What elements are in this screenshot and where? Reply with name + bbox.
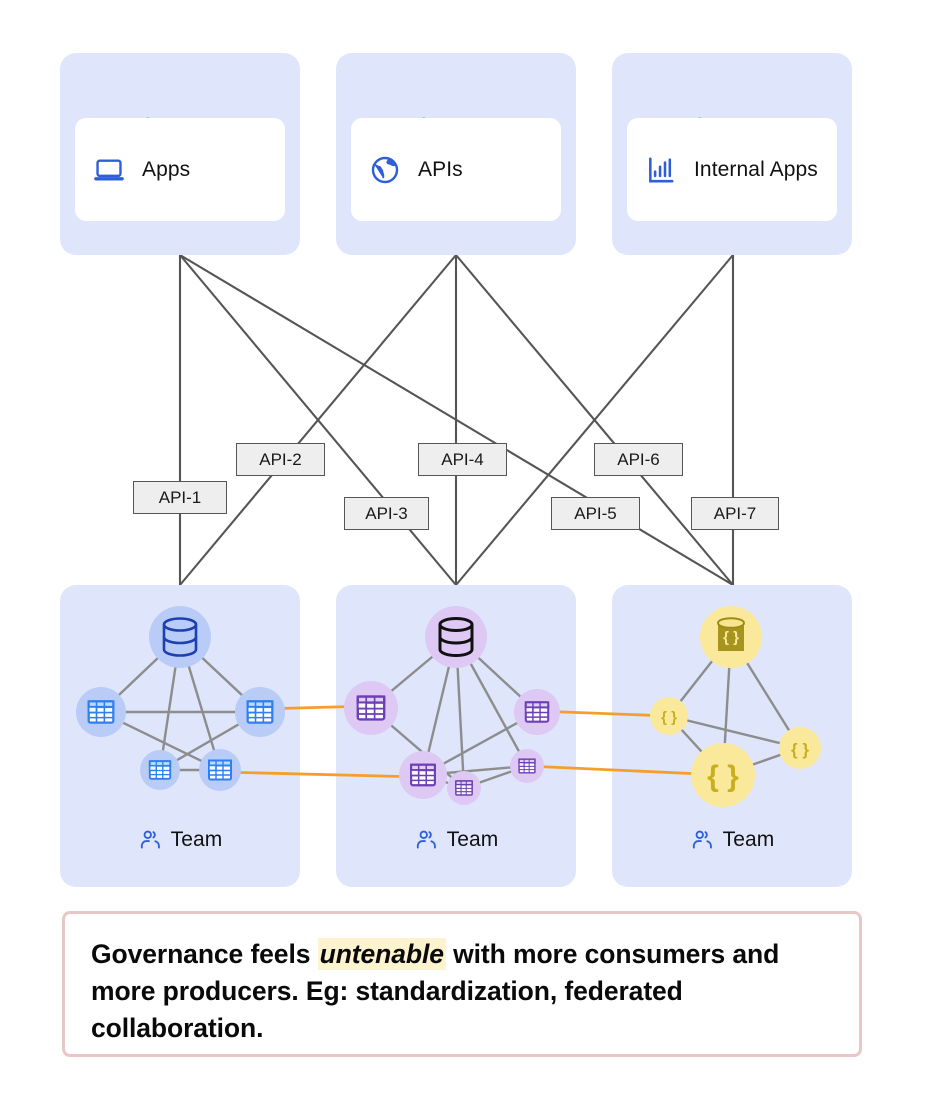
svg-text:{ }: { } bbox=[723, 629, 739, 646]
document-node-yellow-1: { } bbox=[650, 697, 688, 735]
svg-text:{ }: { } bbox=[791, 740, 809, 759]
table-node-blue-4 bbox=[199, 749, 241, 791]
table-node-purple-5 bbox=[510, 749, 544, 783]
callout-text-before: Governance feels bbox=[91, 939, 318, 969]
table-node-blue-1 bbox=[76, 687, 126, 737]
table-node-purple-2 bbox=[514, 689, 560, 735]
document-node-yellow-2: { } bbox=[691, 743, 755, 807]
table-node-blue-3 bbox=[140, 750, 180, 790]
cross-link-blue-purple-bottom bbox=[219, 770, 424, 779]
svg-text:{ }: { } bbox=[707, 760, 739, 793]
callout-box: Governance feels untenable with more con… bbox=[62, 911, 862, 1057]
table-node-blue-2 bbox=[235, 687, 285, 737]
blue-cluster-nodes bbox=[76, 606, 285, 791]
database-node-purple bbox=[425, 606, 487, 668]
document-database-node-yellow: { } bbox=[700, 606, 762, 668]
table-node-purple-1 bbox=[344, 681, 398, 735]
database-node-blue bbox=[149, 606, 211, 668]
document-node-yellow-3: { } bbox=[779, 727, 821, 769]
diagram-canvas: Team Apps Team APIs bbox=[0, 0, 926, 1112]
cross-team-links bbox=[219, 704, 724, 779]
svg-text:{ }: { } bbox=[661, 709, 677, 726]
callout-text: Governance feels untenable with more con… bbox=[91, 936, 833, 1047]
callout-highlight: untenable bbox=[317, 938, 446, 970]
yellow-cluster-nodes: { } { } { } { } bbox=[650, 606, 821, 807]
table-node-purple-4 bbox=[447, 771, 481, 805]
table-node-purple-3 bbox=[399, 751, 447, 799]
